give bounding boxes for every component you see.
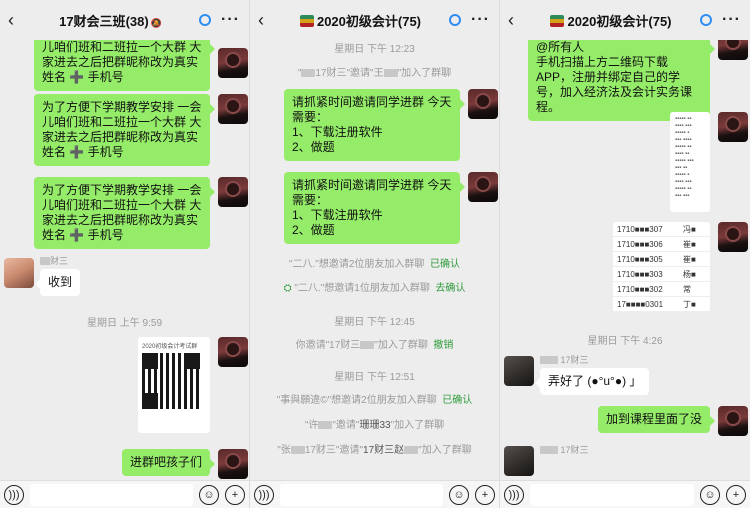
avatar[interactable]	[218, 449, 248, 479]
sync-icon	[700, 14, 712, 26]
plus-icon[interactable]: +	[225, 484, 245, 505]
sync-icon	[199, 14, 211, 26]
voice-icon[interactable]: )))	[254, 484, 274, 505]
avatar[interactable]	[218, 177, 248, 207]
timestamp: 星期日 下午 12:51	[334, 372, 415, 383]
confirmed-link[interactable]: 已确认	[430, 259, 460, 270]
qr-code	[142, 353, 200, 409]
more-icon[interactable]: ···	[471, 11, 493, 29]
timestamp: 星期日 上午 9:59	[86, 318, 163, 329]
image-attachment[interactable]: 1710■■■307 冯■ 1710■■■306 崔■ 1710■■■305 崔■ 1…	[613, 222, 710, 312]
voice-icon[interactable]: )))	[4, 484, 24, 505]
timestamp: 星期日 下午 4:26	[587, 336, 663, 347]
avatar[interactable]	[718, 40, 748, 60]
sender-name: 财三	[40, 254, 68, 267]
revoke-link[interactable]: 撤销	[433, 340, 453, 351]
chevron-left-icon[interactable]: ‹	[0, 10, 22, 31]
message-bubble[interactable]: 弄好了 (●°u°●)​ 」	[534, 368, 650, 395]
system-message: " 17财三"邀请"王 "加入了群聊	[297, 68, 452, 79]
system-message: "张 17财三"邀请"17财三赵 "加入了群聊	[277, 445, 472, 456]
emoji-icon[interactable]: ☺	[449, 484, 469, 505]
message-list[interactable]: 儿咱们班和二班拉一个大群 大家进去之后把群昵称改为真实姓名 ➕ 手机号 为了方便…	[0, 40, 249, 480]
chat-panel-1: ‹ 17财会三班(38) 🔕 ··· 儿咱们班和二班拉一个大群 大家进去之后把群昵…	[0, 0, 250, 508]
emoji-icon[interactable]: ☺	[700, 484, 720, 505]
avatar[interactable]	[718, 406, 748, 436]
system-message: "事與願違©"想邀请2位朋友加入群聊 已确认	[276, 395, 473, 406]
message-bubble[interactable]: 为了方便下学期教学安排 一会儿咱们班和二班拉一个大群 大家进去之后把群昵称改为真…	[34, 94, 215, 166]
image-attachment[interactable]: ▪▪▪▪▪ ▪▪ ▪▪▪▪ ▪▪▪ ▪▪▪▪▪ ▪ ▪▪▪ ▪▪▪▪ ▪▪▪▪▪ ▪▪ ▪…	[670, 112, 710, 212]
message-list[interactable]: @所有人 手机扫描上方二维码下载 APP，注册并绑定自己的学号，加入经济法及会计…	[500, 40, 750, 480]
more-icon[interactable]: ···	[722, 11, 744, 29]
chat-header: ‹ 2020初级会计(75) ···	[250, 0, 499, 40]
sender-name: 17财三	[540, 443, 589, 456]
qr-title: 2020初级会计考试群	[142, 344, 198, 350]
chat-title: 2020初级会计(75)	[272, 11, 449, 30]
avatar[interactable]	[504, 356, 534, 386]
sync-icon	[449, 14, 461, 26]
mute-icon: 🔕	[150, 17, 162, 28]
chevron-left-icon[interactable]: ‹	[500, 10, 522, 31]
avatar[interactable]	[468, 172, 498, 202]
books-icon	[550, 14, 565, 27]
avatar[interactable]	[4, 258, 34, 288]
message-bubble[interactable]: 进群吧孩子们	[122, 449, 216, 476]
system-message: "许 "邀请"珊珊33"加入了群聊	[304, 420, 445, 431]
chat-title: 2020初级会计(75)	[522, 11, 700, 30]
system-message: "二八."想邀请2位朋友加入群聊 已确认	[288, 259, 460, 270]
emoji-icon[interactable]: ☺	[199, 484, 219, 505]
message-bubble[interactable]: 收到	[34, 269, 81, 296]
message-list[interactable]: 星期日 下午 12:23 " 17财三"邀请"王 "加入了群聊 请抓紧时间邀请同学进…	[250, 40, 499, 480]
input-bar: ))) ☺ +	[0, 480, 249, 508]
qr-code-image[interactable]: 2020初级会计考试群	[138, 337, 210, 433]
plus-icon[interactable]: +	[726, 484, 746, 505]
avatar[interactable]	[504, 446, 534, 476]
chat-header: ‹ 2020初级会计(75) ···	[500, 0, 750, 40]
message-input[interactable]	[280, 483, 443, 506]
message-input[interactable]	[530, 483, 694, 506]
input-bar: ))) ☺ +	[500, 480, 750, 508]
chevron-left-icon[interactable]: ‹	[250, 10, 272, 31]
chat-title: 17财会三班(38) 🔕	[59, 13, 162, 29]
invite-icon: ⛭	[283, 283, 292, 294]
sender-name: 17财三	[540, 353, 589, 366]
message-input[interactable]	[30, 483, 193, 506]
message-bubble[interactable]: 请抓紧时间邀请同学进群 今天需要： 1、下载注册软件 2、做题	[284, 172, 465, 244]
confirm-link[interactable]: 去确认	[435, 283, 465, 294]
chat-panel-3: ‹ 2020初级会计(75) ··· @所有人 手机扫描上方二维码下载 APP，…	[500, 0, 750, 508]
message-bubble[interactable]: 请抓紧时间邀请同学进群 今天需要： 1、下载注册软件 2、做题	[284, 89, 465, 161]
message-bubble[interactable]: @所有人 手机扫描上方二维码下载 APP，注册并绑定自己的学号，加入经济法及会计…	[528, 40, 715, 121]
books-icon	[299, 14, 314, 27]
system-message: ⛭ "二八."想邀请1位朋友加入群聊 去确认	[283, 283, 466, 294]
avatar[interactable]	[468, 89, 498, 119]
confirmed-link[interactable]: 已确认	[442, 395, 472, 406]
more-icon[interactable]: ···	[221, 11, 243, 29]
timestamp: 星期日 下午 12:45	[334, 317, 415, 328]
avatar[interactable]	[718, 222, 748, 252]
system-message: 你邀请"17财三 "加入了群聊 撤销	[295, 340, 454, 351]
message-bubble[interactable]: 加到课程里面了没	[598, 406, 716, 433]
chat-panel-2: ‹ 2020初级会计(75) ··· 星期日 下午 12:23 " 17财三"邀请…	[250, 0, 500, 508]
chat-header: ‹ 17财会三班(38) 🔕 ···	[0, 0, 249, 40]
avatar[interactable]	[218, 94, 248, 124]
message-bubble[interactable]: 为了方便下学期教学安排 一会儿咱们班和二班拉一个大群 大家进去之后把群昵称改为真…	[34, 177, 215, 249]
plus-icon[interactable]: +	[475, 484, 495, 505]
input-bar: ))) ☺ +	[250, 480, 499, 508]
avatar[interactable]	[218, 48, 248, 78]
message-bubble[interactable]: 儿咱们班和二班拉一个大群 大家进去之后把群昵称改为真实姓名 ➕ 手机号	[34, 40, 215, 91]
voice-icon[interactable]: )))	[504, 484, 524, 505]
avatar[interactable]	[718, 112, 748, 142]
timestamp: 星期日 下午 12:23	[334, 44, 415, 55]
avatar[interactable]	[218, 337, 248, 367]
